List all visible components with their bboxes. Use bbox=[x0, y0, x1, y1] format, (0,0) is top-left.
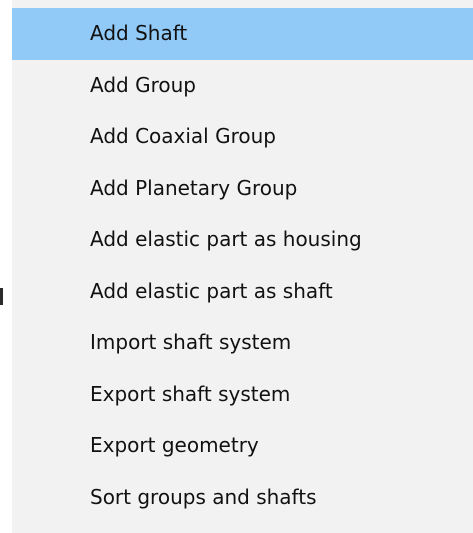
menu-item-export-shaft-system[interactable]: Export shaft system bbox=[12, 369, 473, 421]
menu-item-add-group[interactable]: Add Group bbox=[12, 60, 473, 112]
background-window-edge bbox=[0, 288, 3, 305]
menu-item-add-elastic-part-as-housing[interactable]: Add elastic part as housing bbox=[12, 214, 473, 266]
screen: Add Shaft Add Group Add Coaxial Group Ad… bbox=[0, 0, 473, 533]
menu-item-add-elastic-part-as-shaft[interactable]: Add elastic part as shaft bbox=[12, 266, 473, 318]
menu-item-add-shaft[interactable]: Add Shaft bbox=[12, 8, 473, 60]
menu-item-import-shaft-system[interactable]: Import shaft system bbox=[12, 317, 473, 369]
menu-item-export-geometry[interactable]: Export geometry bbox=[12, 420, 473, 472]
menu-item-add-planetary-group[interactable]: Add Planetary Group bbox=[12, 163, 473, 215]
context-menu: Add Shaft Add Group Add Coaxial Group Ad… bbox=[12, 0, 473, 533]
menu-item-add-coaxial-group[interactable]: Add Coaxial Group bbox=[12, 111, 473, 163]
menu-item-sort-groups-and-shafts[interactable]: Sort groups and shafts bbox=[12, 472, 473, 524]
